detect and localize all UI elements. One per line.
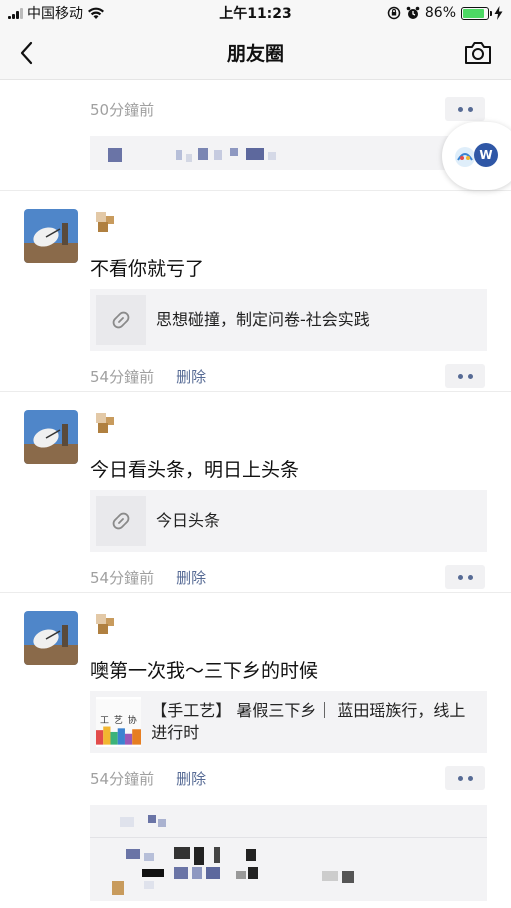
- link-title: 今日头条: [156, 511, 221, 530]
- floating-window-bubble[interactable]: W: [442, 122, 511, 190]
- link-card[interactable]: 工 艺 协 【手工艺】 暑假三下乡｜ 蓝田瑶族行，线上进行时: [90, 691, 487, 753]
- avatar[interactable]: [24, 611, 78, 665]
- more-actions-button[interactable]: [445, 97, 485, 121]
- pixelated-nickname[interactable]: [96, 614, 118, 636]
- more-actions-button[interactable]: [445, 565, 485, 589]
- link-card[interactable]: 思想碰撞，制定问卷-社会实践: [90, 289, 487, 351]
- battery-icon: [461, 6, 492, 20]
- battery-percent: 86%: [424, 5, 456, 21]
- rotation-lock-icon: [387, 6, 401, 20]
- comment-area: [90, 136, 487, 170]
- link-card[interactable]: 今日头条: [90, 490, 487, 552]
- pixelated-nickname[interactable]: [96, 413, 118, 435]
- post-time: 54分鐘前: [90, 368, 155, 386]
- thumbnail-text: 工 艺 协: [100, 716, 138, 726]
- avatar[interactable]: [24, 410, 78, 464]
- carrier-label: 中国移动: [27, 6, 83, 22]
- link-icon: [112, 512, 130, 530]
- link-title: 【手工艺】 暑假三下乡｜ 蓝田瑶族行，线上进行时: [151, 701, 466, 742]
- satellite-dish-avatar-image: [24, 410, 78, 464]
- clock: 上午11:23: [219, 6, 292, 22]
- signal-icon: [8, 7, 23, 19]
- camera-icon[interactable]: [463, 39, 493, 67]
- mini-app-icon: [455, 147, 475, 167]
- back-button[interactable]: [14, 39, 42, 67]
- nav-bar: 朋友圈: [0, 26, 511, 80]
- article-thumbnail: 工 艺 协: [96, 697, 142, 747]
- more-actions-button[interactable]: [445, 364, 485, 388]
- floating-badge: W: [474, 143, 498, 167]
- more-actions-button[interactable]: [445, 766, 485, 790]
- comment-area: [90, 805, 487, 901]
- pixelated-nickname[interactable]: [96, 212, 118, 234]
- post-text: 不看你就亏了: [90, 258, 205, 280]
- post-time: 54分鐘前: [90, 569, 155, 587]
- post-text: 噢第一次我～三下乡的时候: [90, 660, 319, 682]
- status-bar: 中国移动 上午11:23 86%: [0, 0, 511, 26]
- link-thumb: [96, 496, 146, 546]
- page-title: 朋友圈: [226, 43, 284, 65]
- moment-post: 不看你就亏了 思想碰撞，制定问卷-社会实践 54分鐘前 删除: [0, 191, 511, 392]
- wifi-icon: [88, 7, 104, 19]
- satellite-dish-avatar-image: [24, 209, 78, 263]
- delete-link[interactable]: 删除: [176, 768, 206, 789]
- post-time: 54分鐘前: [90, 770, 155, 788]
- post-time: 50分鐘前: [90, 101, 155, 119]
- link-thumb: [96, 295, 146, 345]
- moments-feed: 50分鐘前 不看你就亏了 思想碰撞，制定问卷-社会实践 54分鐘前 删除 今日看…: [0, 80, 511, 901]
- link-icon: [112, 311, 130, 329]
- comment-divider: [90, 837, 487, 838]
- link-title: 思想碰撞，制定问卷-社会实践: [156, 310, 370, 329]
- moment-post: 噢第一次我～三下乡的时候 工 艺 协 【手工艺】 暑假三下乡｜ 蓝田瑶族行，线上…: [0, 593, 511, 901]
- satellite-dish-avatar-image: [24, 611, 78, 665]
- post-text: 今日看头条，明日上头条: [90, 459, 300, 481]
- avatar[interactable]: [24, 209, 78, 263]
- moment-post: 50分鐘前: [0, 80, 511, 191]
- delete-link[interactable]: 删除: [176, 567, 206, 588]
- charging-icon: [494, 6, 503, 20]
- alarm-icon: [406, 6, 420, 19]
- delete-link[interactable]: 删除: [176, 366, 206, 387]
- moment-post: 今日看头条，明日上头条 今日头条 54分鐘前 删除: [0, 392, 511, 593]
